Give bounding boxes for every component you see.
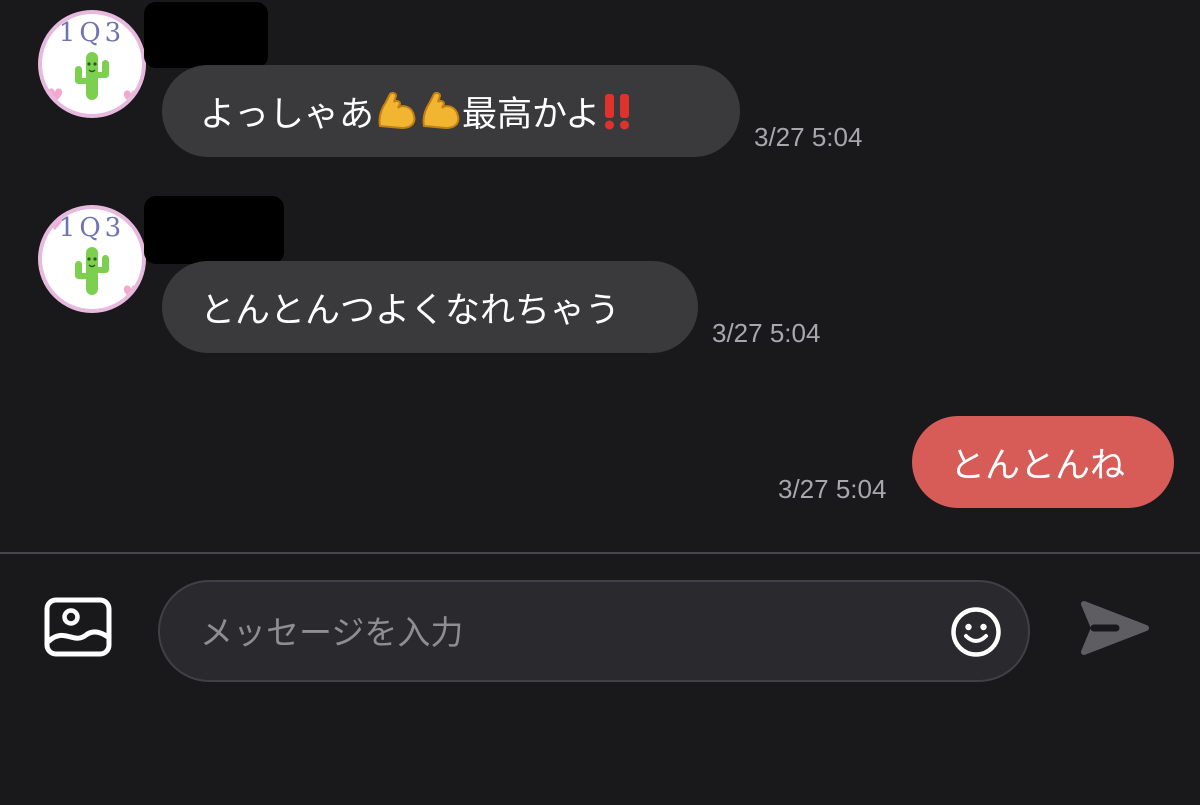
message-bubble[interactable]: よっしゃあ 最高かよ bbox=[162, 65, 740, 157]
cactus-icon bbox=[75, 247, 109, 295]
avatar[interactable]: 1Q3 ♥ ♥ bbox=[38, 10, 146, 118]
heart-icon: ♥ bbox=[46, 211, 64, 235]
heart-icon: ♥ bbox=[122, 281, 140, 305]
message-text: よっしゃあ bbox=[200, 94, 374, 135]
heart-icon: ♥ bbox=[46, 84, 64, 108]
message-bubble[interactable]: とんとんつよくなれちゃう bbox=[162, 261, 698, 353]
image-icon bbox=[44, 597, 112, 657]
redacted-sender-name bbox=[144, 196, 284, 264]
double-exclamation-icon bbox=[605, 94, 630, 130]
send-icon bbox=[1081, 601, 1149, 655]
send-button[interactable] bbox=[1080, 598, 1150, 658]
message-text: 最高かよ bbox=[461, 94, 601, 135]
image-attach-button[interactable] bbox=[44, 597, 112, 657]
message-text: とんとんね bbox=[950, 445, 1126, 486]
message-input-container bbox=[158, 580, 1030, 682]
composer-divider bbox=[0, 552, 1200, 554]
smiley-icon bbox=[951, 607, 1001, 657]
heart-icon: ♥ bbox=[122, 86, 140, 110]
avatar[interactable]: 1Q3 ♥ ♥ bbox=[38, 205, 146, 313]
message-timestamp: 3/27 5:04 bbox=[712, 318, 821, 348]
emoji-button[interactable] bbox=[950, 606, 1002, 658]
my-message-bubble[interactable]: とんとんね bbox=[912, 416, 1174, 508]
flexed-biceps-icon bbox=[378, 91, 416, 130]
message-input[interactable] bbox=[198, 582, 942, 682]
flexed-biceps-icon bbox=[422, 91, 460, 130]
avatar-text: 1Q3 bbox=[58, 18, 126, 48]
message-timestamp: 3/27 5:04 bbox=[754, 122, 863, 152]
cactus-icon bbox=[75, 52, 109, 100]
redacted-sender-name bbox=[144, 2, 268, 68]
message-timestamp: 3/27 5:04 bbox=[778, 474, 887, 504]
message-text: とんとんつよくなれちゃう bbox=[200, 290, 621, 331]
